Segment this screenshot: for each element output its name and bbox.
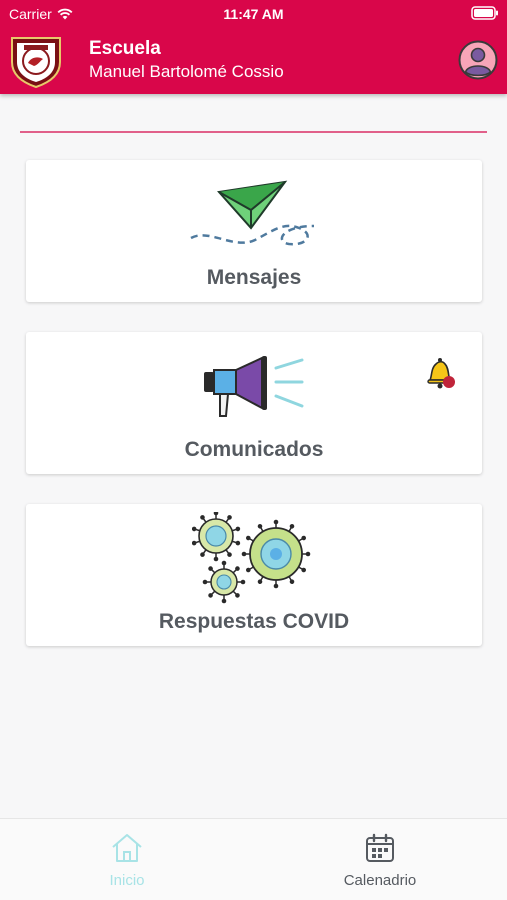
comunicados-card[interactable]: Comunicados: [26, 332, 482, 474]
app-header: Carrier 11:47 AM Escuela Manuel Bartolom…: [0, 0, 507, 94]
school-subtitle: Manuel Bartolomé Cossio: [89, 62, 284, 81]
calendar-icon: [366, 833, 394, 862]
tab-calendario[interactable]: Calenadrio: [315, 833, 445, 889]
virus-icon: [192, 512, 312, 605]
home-icon: [112, 834, 142, 862]
tab-inicio-label: Inicio: [109, 872, 145, 889]
status-bar: Carrier 11:47 AM: [0, 0, 507, 28]
mensajes-label: Mensajes: [206, 266, 302, 289]
battery-icon: [471, 6, 499, 23]
paper-plane-icon: [190, 180, 315, 246]
respuestas-covid-label: Respuestas COVID: [158, 610, 350, 633]
school-name: Escuela: [89, 38, 161, 59]
comunicados-label: Comunicados: [184, 438, 324, 461]
respuestas-covid-card[interactable]: Respuestas COVID: [26, 504, 482, 646]
megaphone-icon: [204, 356, 304, 417]
school-logo: [11, 37, 61, 88]
tab-calendario-label: Calenadrio: [343, 872, 417, 889]
status-time: 11:47 AM: [223, 6, 284, 22]
header-divider: [20, 131, 487, 133]
bell-icon[interactable]: [422, 356, 458, 392]
tab-inicio[interactable]: Inicio: [62, 833, 192, 889]
user-avatar-icon[interactable]: [458, 40, 498, 80]
bottom-tab-bar: Inicio Calenadrio: [0, 818, 507, 900]
mensajes-card[interactable]: Mensajes: [26, 160, 482, 302]
